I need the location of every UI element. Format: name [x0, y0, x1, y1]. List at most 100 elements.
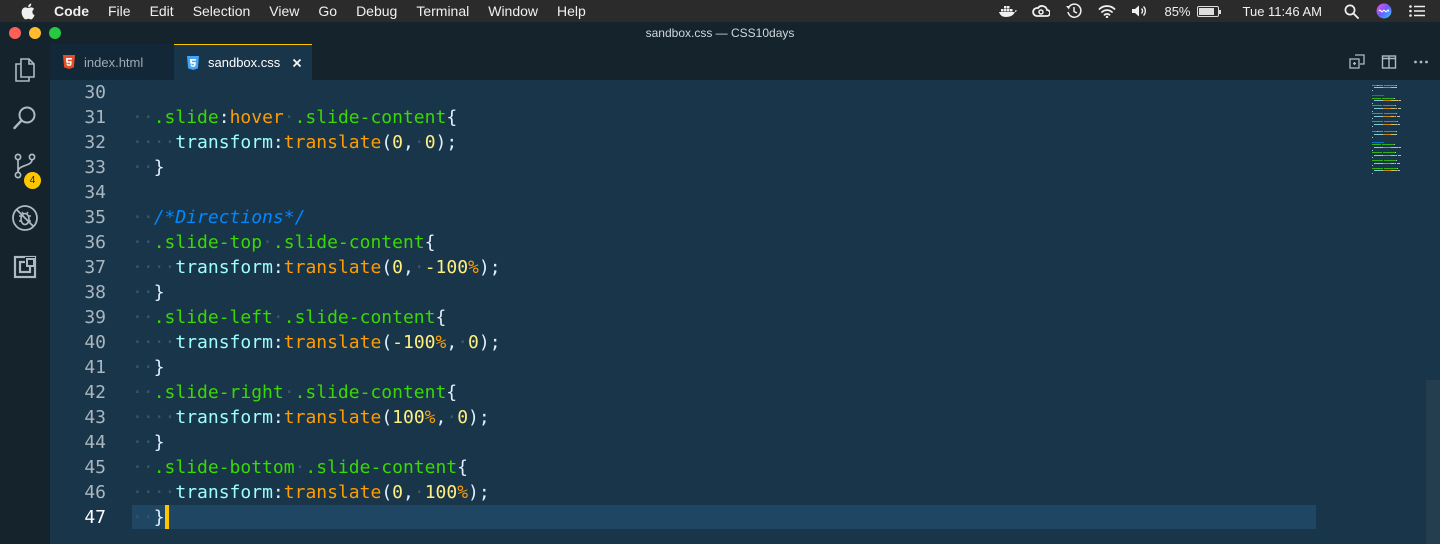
minimap[interactable] — [1318, 80, 1428, 544]
notification-center-icon[interactable] — [1408, 3, 1426, 19]
minimap-stroke — [1373, 162, 1382, 164]
code-token: ); — [435, 132, 458, 153]
code-token: 100 — [424, 482, 458, 503]
code-token: ·· — [132, 382, 154, 403]
line-number: 37 — [84, 257, 106, 278]
line-number: 39 — [84, 307, 106, 328]
code-line[interactable]: 30 — [50, 80, 1316, 105]
minimap-stroke — [1397, 121, 1398, 122]
code-line[interactable]: 40 ····transform:translate(-100%,·0); — [50, 330, 1316, 355]
extensions-button[interactable] — [0, 245, 50, 293]
code-token: ); — [478, 257, 501, 278]
battery-icon[interactable] — [1196, 5, 1221, 17]
volume-icon[interactable] — [1131, 3, 1149, 19]
menu-app-name[interactable]: Code — [54, 3, 89, 19]
source-control-button[interactable]: 4 — [0, 144, 50, 192]
code-line[interactable]: 34 — [50, 180, 1316, 205]
minimap-stroke — [1382, 123, 1391, 125]
minimap-stroke — [1383, 131, 1397, 133]
minimap-stroke — [1373, 170, 1382, 172]
code-line[interactable]: 44 ··} — [50, 430, 1316, 455]
minimap-stroke — [1384, 167, 1397, 169]
code-token: 0 — [468, 332, 479, 353]
code-token: 0 — [392, 257, 403, 278]
tab-sandbox-css[interactable]: sandbox.css — [174, 44, 312, 80]
time-machine-icon[interactable] — [1065, 3, 1083, 19]
code-line[interactable]: 41 ··} — [50, 355, 1316, 380]
code-line[interactable]: 46 ····transform:translate(0,·100%); — [50, 480, 1316, 505]
minimap-stroke — [1395, 162, 1397, 164]
menu-help[interactable]: Help — [557, 3, 586, 19]
siri-icon[interactable] — [1375, 3, 1393, 19]
menu-go[interactable]: Go — [318, 3, 337, 19]
code-token: .slide-bottom — [153, 457, 295, 478]
menu-selection[interactable]: Selection — [193, 3, 251, 19]
wifi-icon[interactable] — [1098, 3, 1116, 19]
window-close-button[interactable] — [9, 27, 21, 39]
code-line[interactable]: 33 ··} — [50, 155, 1316, 180]
editor-scrollbar[interactable] — [1426, 380, 1440, 544]
code-token: : — [218, 107, 230, 128]
code-token: ·· — [132, 357, 154, 378]
code-line[interactable]: 38 ··} — [50, 280, 1316, 305]
code-line[interactable]: 43 ····transform:translate(100%,·0); — [50, 405, 1316, 430]
apple-icon[interactable] — [20, 3, 36, 19]
minimap-stroke — [1371, 118, 1373, 120]
line-number: 43 — [84, 407, 106, 428]
line-number: 30 — [84, 82, 106, 103]
code-line[interactable]: 31 ··.slide:hover·.slide-content{ — [50, 105, 1316, 130]
minimap-stroke — [1392, 100, 1394, 102]
code-token: : — [272, 482, 284, 503]
open-changes-icon[interactable] — [1348, 53, 1366, 71]
split-editor-icon[interactable] — [1380, 53, 1398, 71]
search-view-button[interactable] — [0, 96, 50, 144]
code-line[interactable]: 45 ··.slide-bottom·.slide-content{ — [50, 455, 1316, 480]
code-token: } — [153, 157, 165, 178]
minimap-stroke — [1382, 108, 1391, 109]
menu-edit[interactable]: Edit — [150, 3, 174, 19]
window-maximize-button[interactable] — [49, 27, 61, 39]
minimap-stroke — [1371, 157, 1373, 159]
menu-file[interactable]: File — [108, 3, 131, 19]
minimap-stroke — [1378, 84, 1383, 86]
minimap-stroke — [1371, 121, 1384, 122]
tab-close-icon[interactable] — [292, 58, 302, 68]
minimap-stroke — [1396, 84, 1397, 86]
code-line[interactable]: 32 ····transform:translate(0,·0); — [50, 130, 1316, 155]
code-token: ·· — [132, 282, 154, 303]
menu-window[interactable]: Window — [488, 3, 538, 19]
debug-view-button[interactable] — [0, 196, 50, 244]
minimap-stroke — [1371, 144, 1381, 146]
code-token: -100 — [392, 332, 436, 353]
minimap-stroke — [1373, 123, 1382, 125]
spotlight-search-icon[interactable] — [1342, 3, 1360, 19]
clock[interactable]: Tue 11:46 AM — [1243, 4, 1323, 19]
code-editor[interactable]: 30 31 ··.slide:hover·.slide-content{32 ····… — [50, 80, 1440, 544]
code-line[interactable]: 39 ··.slide-left·.slide-content{ — [50, 305, 1316, 330]
macos-menubar: Code File Edit Selection View Go Debug T… — [0, 0, 1440, 22]
minimap-stroke — [1398, 147, 1401, 148]
explorer-button[interactable] — [0, 48, 50, 96]
code-token: ( — [381, 482, 393, 503]
creative-cloud-icon[interactable] — [1032, 3, 1051, 19]
minimap-stroke — [1397, 123, 1400, 125]
window-titlebar: sandbox.css — CSS10days — [0, 22, 1440, 44]
code-line[interactable]: 37 ····transform:translate(0,·-100%); — [50, 255, 1316, 280]
menu-debug[interactable]: Debug — [356, 3, 397, 19]
docker-icon[interactable] — [999, 3, 1018, 19]
more-actions-icon[interactable] — [1412, 53, 1430, 71]
code-line[interactable]: 42 ··.slide-right·.slide-content{ — [50, 380, 1316, 405]
minimap-stroke — [1396, 154, 1397, 156]
menu-terminal[interactable]: Terminal — [416, 3, 469, 19]
minimap-stroke — [1392, 147, 1394, 148]
code-line[interactable]: 35 ··/*Directions*/ — [50, 205, 1316, 230]
minimap-stroke — [1395, 105, 1397, 107]
code-line[interactable]: 36 ··.slide-top·.slide-content{ — [50, 230, 1316, 255]
menu-view[interactable]: View — [269, 3, 299, 19]
code-token: ·· — [132, 457, 154, 478]
minimap-stroke — [1373, 100, 1382, 102]
window-minimize-button[interactable] — [29, 27, 41, 39]
css3-icon — [186, 55, 200, 70]
code-line[interactable]: 47 ··} — [50, 505, 1316, 530]
tab-index-html[interactable]: index.html — [50, 44, 174, 80]
